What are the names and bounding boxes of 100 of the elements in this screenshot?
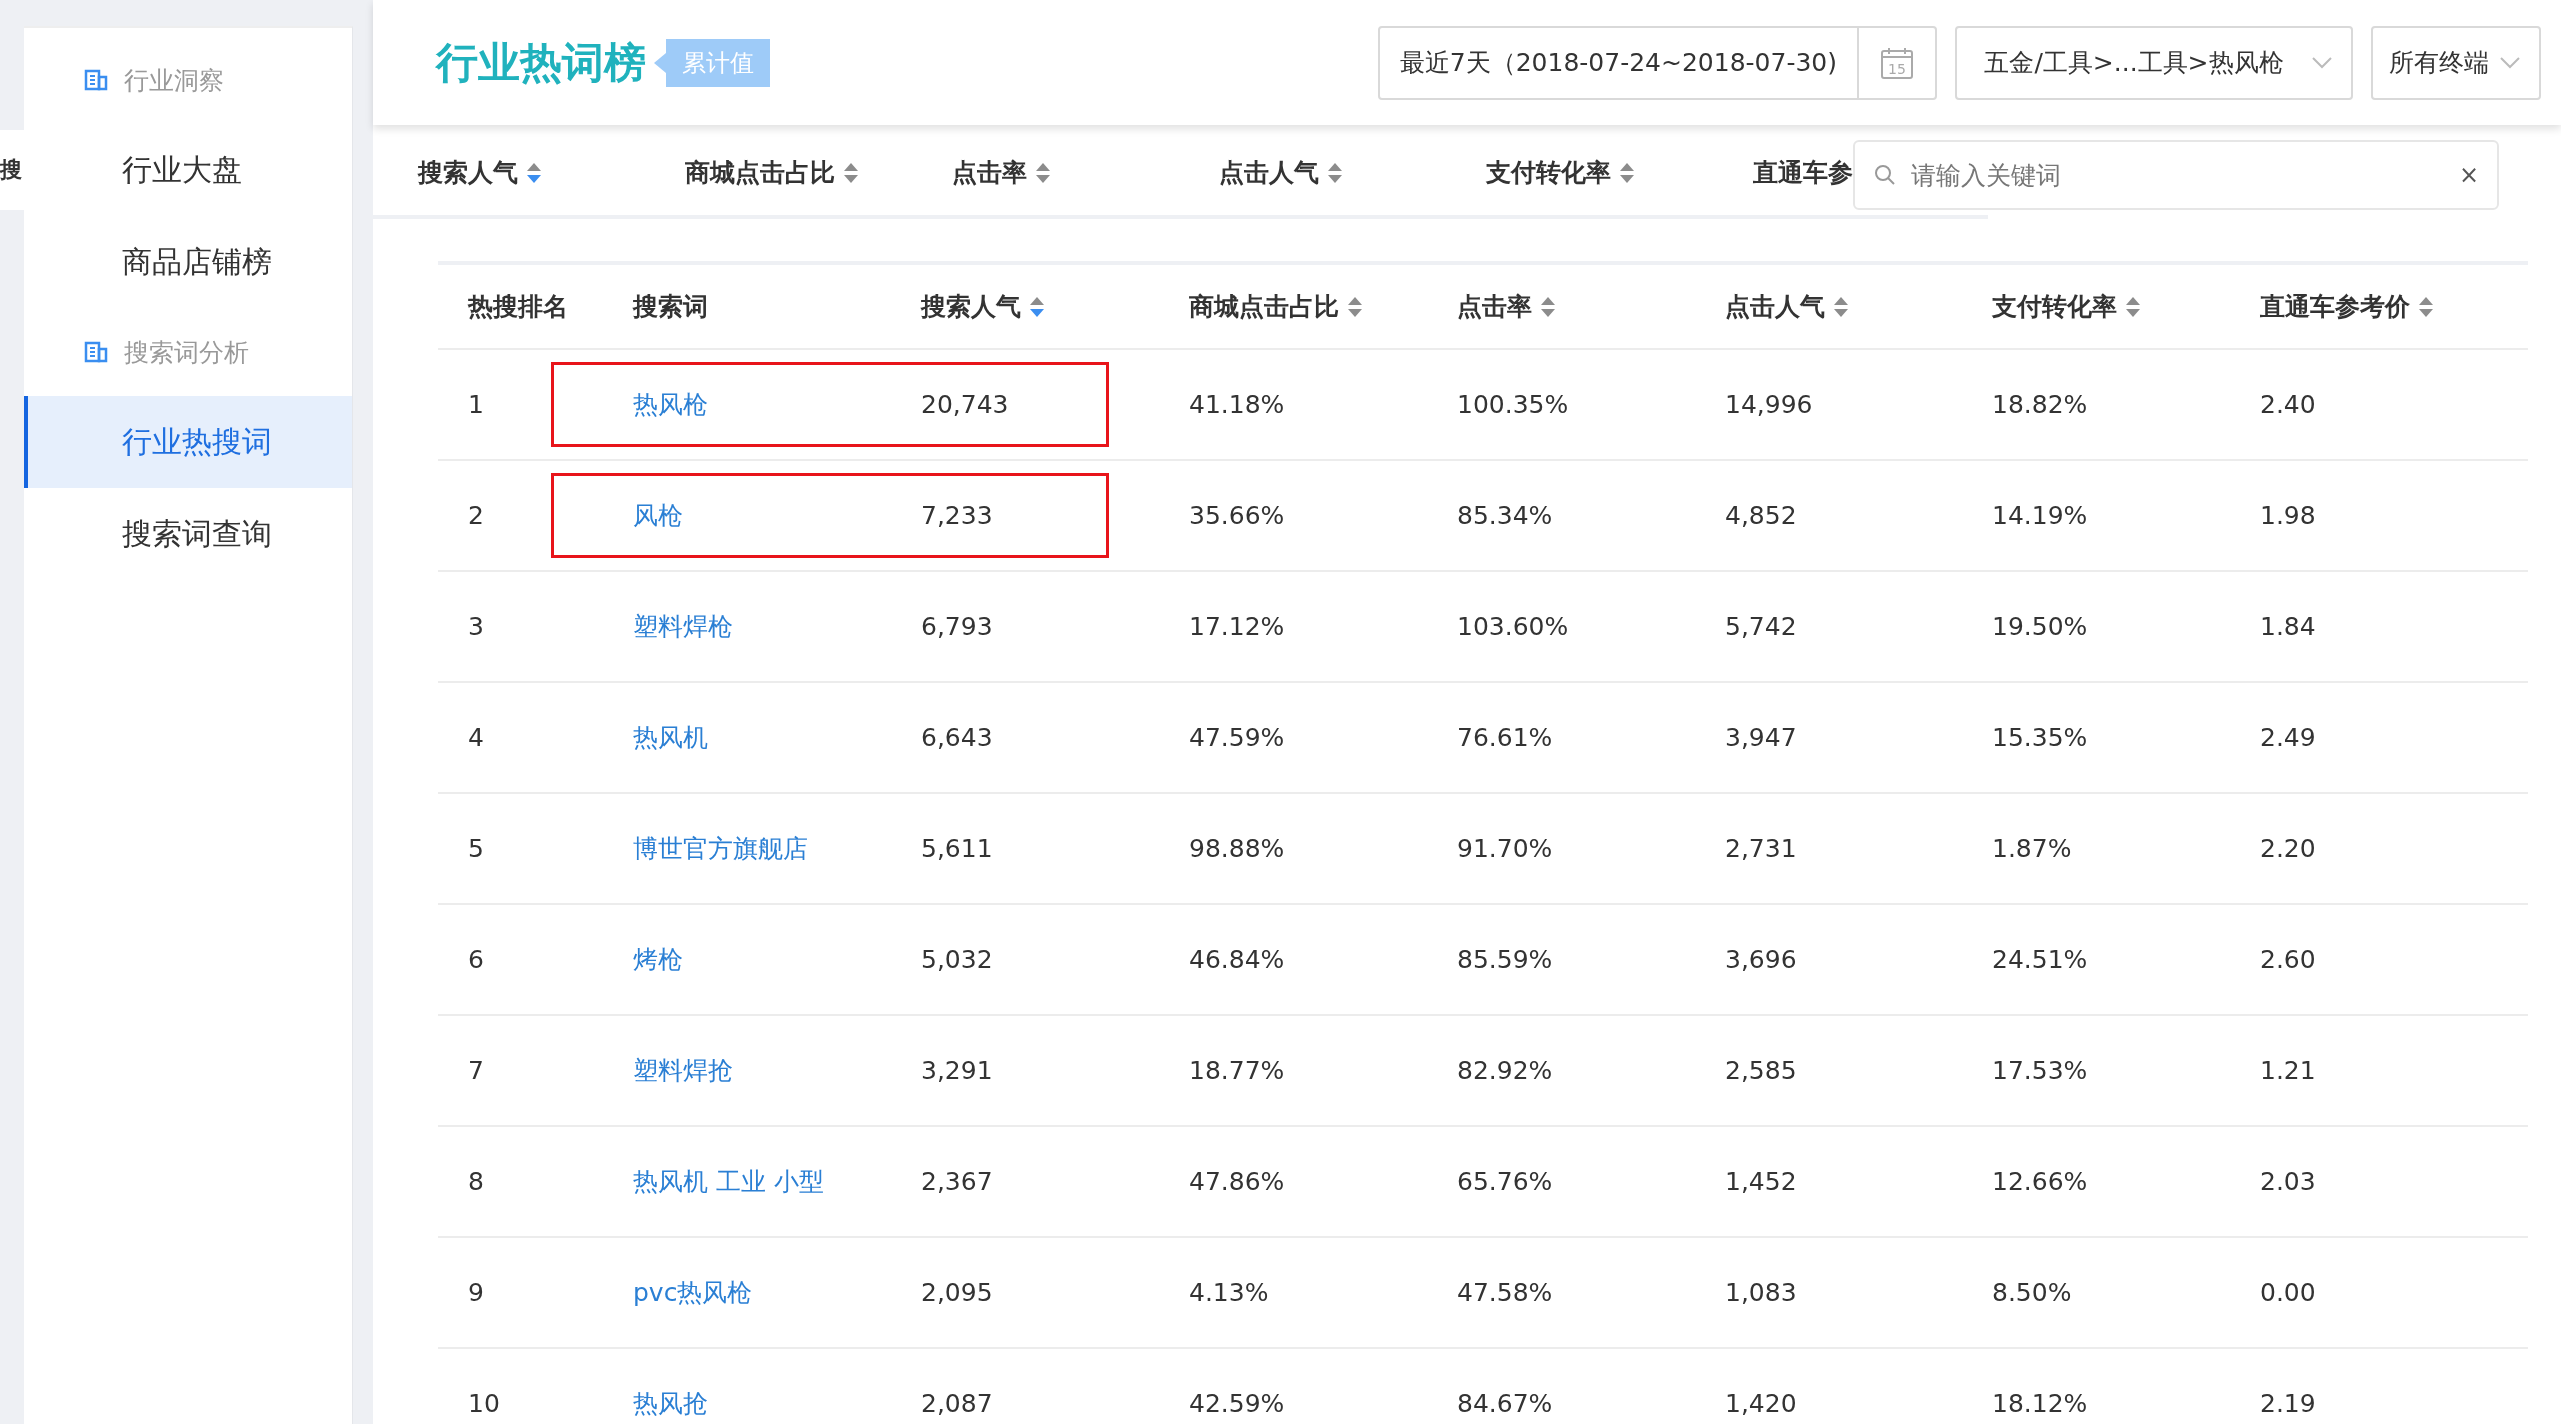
keyword-link[interactable]: 风枪 [603,499,891,532]
table-cell-text: 103.60% [1456,612,1570,641]
sort-icon[interactable] [1833,295,1849,318]
keyword-link[interactable]: 烤枪 [603,943,891,976]
column-header: 搜索词 [633,291,708,323]
table-cell-text: 2.49 [2259,723,2317,752]
sort-icon[interactable] [1540,295,1556,318]
table-cell-text: 35.66% [1188,501,1286,530]
table-cell-text: 65.76% [1456,1167,1554,1196]
table-cell-text: 42.59% [1188,1389,1286,1418]
table-cell-text: 19.50% [1991,612,2089,641]
rank-cell-text: 5 [467,834,485,863]
table-cell-text: 6,643 [920,723,994,752]
sort-icon[interactable] [1029,295,1045,318]
clear-button[interactable]: × [2458,161,2479,189]
sort-label[interactable]: 搜索人气 [418,156,518,189]
table-cell-text: 2,731 [1724,834,1798,863]
sort-icon[interactable] [526,161,542,184]
table-cell-text: 2.20 [2259,834,2317,863]
column-header: 支付转化率 [1992,291,2117,323]
sidebar-item[interactable]: 搜索词查询 [24,488,352,580]
rank-cell-text: 4 [467,723,485,752]
table-cell-text: 4,852 [1724,501,1798,530]
section-label: 搜索词分析 [124,336,249,369]
sort-icon[interactable] [1347,295,1363,318]
chevron-down-icon [2499,55,2521,70]
table-cell-text: 3,696 [1724,945,1798,974]
keyword-link[interactable]: 热风机 工业 小型 [603,1165,891,1198]
page-title: 行业热词榜 [436,36,646,89]
sort-icon[interactable] [1619,161,1635,184]
column-header: 热搜排名 [468,291,568,323]
rank-cell-text: 6 [467,945,485,974]
sort-icon[interactable] [2418,295,2434,318]
search-icon [1873,163,1897,187]
sort-icon[interactable] [2125,295,2141,318]
table-cell-text: 17.12% [1188,612,1286,641]
table-cell-text: 2.03 [2259,1167,2317,1196]
rank-cell-text: 2 [467,501,485,530]
table-cell-text: 47.86% [1188,1167,1286,1196]
column-header: 直通车参考价 [2260,291,2410,323]
sidebar-item[interactable]: 商品店铺榜 [24,216,352,308]
keyword-link[interactable]: 塑料焊抢 [603,1054,891,1087]
building-icon [84,341,108,363]
table-cell-text: 1,420 [1724,1389,1798,1418]
table-cell-text: 0.00 [2259,1278,2317,1307]
search-field[interactable]: 请输入关键词 × [1853,140,2499,210]
table-cell-text: 2,095 [920,1278,994,1307]
table-cell-text: 5,611 [920,834,994,863]
table-cell-text: 84.67% [1456,1389,1554,1418]
table-cell-text: 5,032 [920,945,994,974]
sort-label[interactable]: 商城点击占比 [685,156,835,189]
sort-label[interactable]: 直通车参 [1753,156,1853,189]
table-cell-text: 3,947 [1724,723,1798,752]
table-cell-text: 47.58% [1456,1278,1554,1307]
sort-icon[interactable] [843,161,859,184]
keyword-link[interactable]: pvc热风枪 [603,1276,891,1309]
category-dropdown[interactable]: 五金/工具>...工具>热风枪 [1955,25,2353,100]
column-header: 点击率 [1457,291,1532,323]
table-cell-text: 4.13% [1188,1278,1270,1307]
sort-label[interactable]: 支付转化率 [1486,156,1611,189]
table-cell-text: 7,233 [920,501,994,530]
terminal-dropdown[interactable]: 所有终端 [2371,25,2541,100]
table-cell-text: 3,291 [920,1056,994,1085]
column-header: 商城点击占比 [1189,291,1339,323]
sort-icon[interactable] [1327,161,1343,184]
table-cell-text: 2,585 [1724,1056,1798,1085]
table-cell-text: 1.98 [2259,501,2317,530]
table-cell-text: 2,367 [920,1167,994,1196]
table-cell-text: 20,743 [920,390,1010,419]
table-cell-text: 98.88% [1188,834,1286,863]
table-cell-text: 17.53% [1991,1056,2089,1085]
table-cell-text: 1.87% [1991,834,2073,863]
table-cell-text: 12.66% [1991,1167,2089,1196]
keyword-link[interactable]: 博世官方旗舰店 [603,832,891,865]
rank-cell-text: 9 [467,1278,485,1307]
table-cell-text: 8.50% [1991,1278,2073,1307]
keyword-link[interactable]: 热风枪 [603,388,891,421]
keyword-link[interactable]: 热风抢 [603,1387,891,1420]
sort-icon[interactable] [1035,161,1051,184]
table-cell-text: 1,452 [1724,1167,1798,1196]
sidebar-item[interactable]: 行业热搜词 [24,396,352,488]
date-range-picker[interactable]: 最近7天（2018-07-24~2018-07-30) 15 [1377,25,1937,100]
table-cell-text: 24.51% [1991,945,2089,974]
sort-label[interactable]: 点击率 [952,156,1027,189]
table-cell-text: 2.60 [2259,945,2317,974]
table-cell-text: 2.19 [2259,1389,2317,1418]
sidebar-item[interactable]: 行业大盘 [24,124,352,216]
table-cell-text: 100.35% [1456,390,1570,419]
keyword-link[interactable]: 热风机 [603,721,891,754]
section-label: 行业洞察 [124,64,224,97]
table-cell-text: 14.19% [1991,501,2089,530]
table-cell-text: 41.18% [1188,390,1286,419]
table-cell-text: 1,083 [1724,1278,1798,1307]
table-cell-text: 91.70% [1456,834,1554,863]
keyword-link[interactable]: 塑料焊枪 [603,610,891,643]
table-cell-text: 85.34% [1456,501,1554,530]
rank-cell-text: 8 [467,1167,485,1196]
chevron-down-icon [2311,55,2333,70]
sort-label[interactable]: 点击人气 [1219,156,1319,189]
tab-label[interactable]: 搜 [0,130,24,210]
